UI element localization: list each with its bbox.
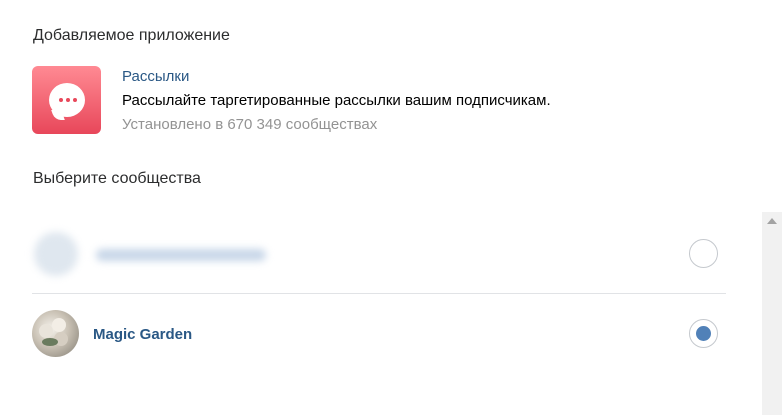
community-name-blurred — [96, 249, 266, 261]
communities-list: Magic Garden — [0, 210, 760, 415]
app-description: Рассылайте таргетированные рассылки ваши… — [122, 92, 551, 109]
community-name[interactable]: Magic Garden — [93, 326, 192, 343]
avatar — [32, 310, 79, 357]
scrollbar[interactable] — [762, 212, 782, 415]
app-section-title: Добавляемое приложение — [33, 27, 230, 44]
community-radio-2[interactable] — [689, 319, 718, 348]
divider — [32, 293, 726, 294]
app-name-link[interactable]: Рассылки — [122, 68, 189, 85]
community-radio-1[interactable] — [689, 239, 718, 268]
avatar — [34, 232, 78, 276]
community-row-blurred[interactable] — [18, 216, 283, 292]
app-installs-count: Установлено в 670 349 сообществах — [122, 116, 378, 133]
scroll-up-icon[interactable] — [767, 218, 777, 224]
communities-section-title: Выберите сообщества — [33, 170, 201, 187]
app-icon — [32, 66, 101, 134]
chat-bubble-icon — [49, 83, 85, 117]
